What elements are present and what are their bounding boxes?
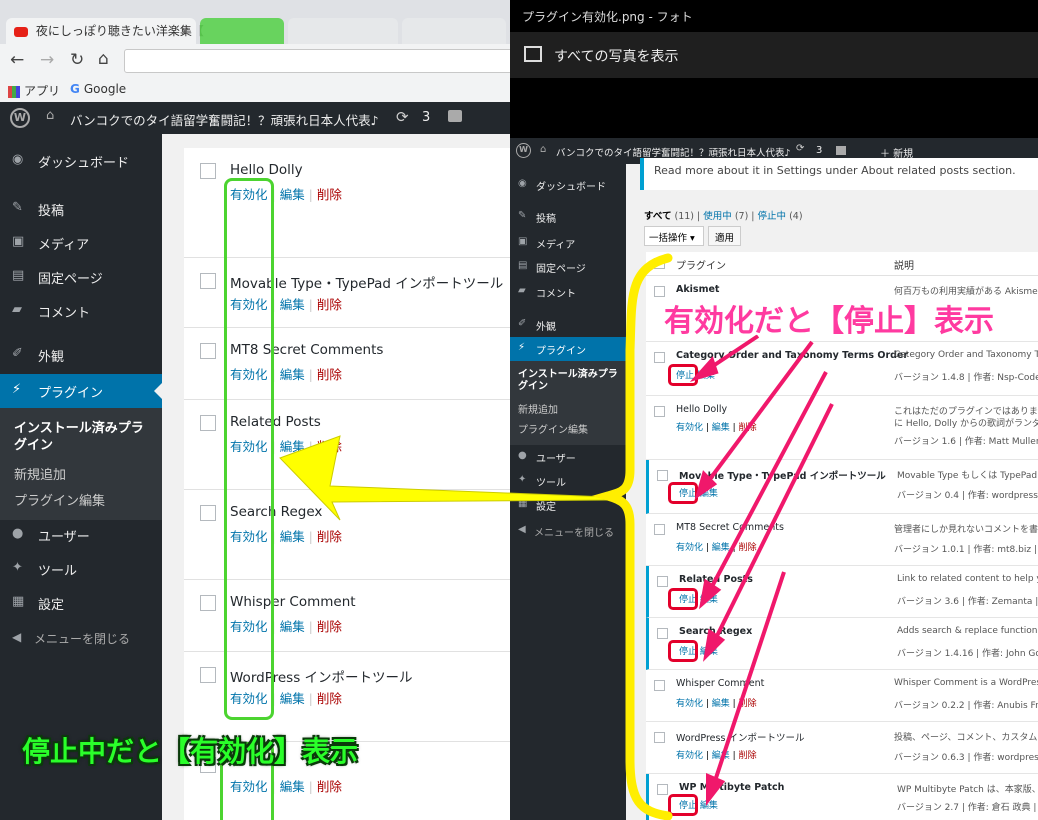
active-caption: 有効化だと【停止】表示 [664,304,994,339]
yellow-brace [591,253,673,820]
screenshot-stage: 夜にしっぽり聴きたい洋楽集【 × ← → ↻ ⌂ アプリ G Google W ⌂… [0,0,1038,820]
annotation-overlay [279,253,834,820]
yellow-arrow [279,435,609,521]
pink-arrows [689,334,834,806]
